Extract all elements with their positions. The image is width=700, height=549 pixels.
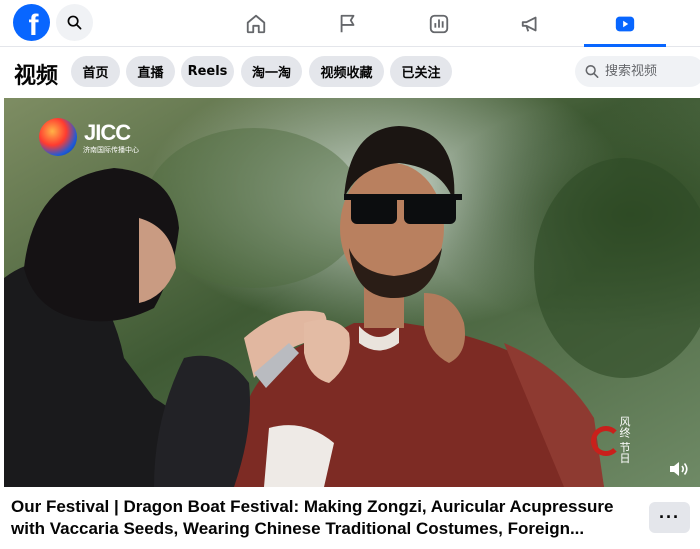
swirl-icon — [591, 426, 621, 456]
video-search-box[interactable] — [575, 56, 700, 87]
chip-saved-videos[interactable]: 视频收藏 — [309, 56, 384, 87]
stamp-text: 风终 节日 — [618, 416, 631, 464]
video-player[interactable]: JICC 济南国际传播中心 风终 节日 — [4, 98, 700, 487]
festival-stamp-logo: 风终 节日 — [591, 416, 661, 464]
facebook-logo-icon[interactable]: f — [13, 4, 50, 41]
search-button[interactable] — [56, 4, 93, 41]
video-subheader: 视频 首页 直播 Reels 淘一淘 视频收藏 已关注 — [0, 48, 700, 97]
facebook-logo-letter: f — [28, 9, 39, 41]
search-icon — [585, 65, 599, 78]
tab-dashboard[interactable] — [398, 0, 480, 47]
volume-icon[interactable] — [668, 460, 690, 478]
jicc-watermark: JICC 济南国际传播中心 — [39, 118, 139, 160]
jicc-watermark-subtext: 济南国际传播中心 — [83, 146, 139, 154]
more-options-button[interactable]: ··· — [649, 502, 690, 533]
tab-pages[interactable] — [307, 0, 389, 47]
dashboard-icon — [429, 14, 449, 33]
home-icon — [246, 14, 266, 33]
chip-reels[interactable]: Reels — [181, 56, 234, 87]
video-play-icon — [615, 16, 635, 31]
chip-shop[interactable]: 淘一淘 — [241, 56, 302, 87]
top-navigation-bar: f — [0, 0, 700, 47]
video-search-input[interactable] — [605, 64, 700, 79]
flag-icon — [340, 14, 355, 32]
chip-home[interactable]: 首页 — [71, 56, 120, 87]
jicc-globe-icon — [39, 118, 77, 156]
search-icon — [67, 15, 82, 30]
page-title: 视频 — [14, 64, 59, 89]
video-title[interactable]: Our Festival | Dragon Boat Festival: Mak… — [11, 496, 641, 540]
tab-home[interactable] — [215, 0, 297, 47]
tab-video[interactable] — [584, 0, 666, 47]
megaphone-icon — [521, 16, 537, 32]
chip-live[interactable]: 直播 — [126, 56, 175, 87]
jicc-watermark-text: JICC — [84, 120, 131, 145]
chip-following[interactable]: 已关注 — [390, 56, 452, 87]
tab-ads[interactable] — [490, 0, 572, 47]
